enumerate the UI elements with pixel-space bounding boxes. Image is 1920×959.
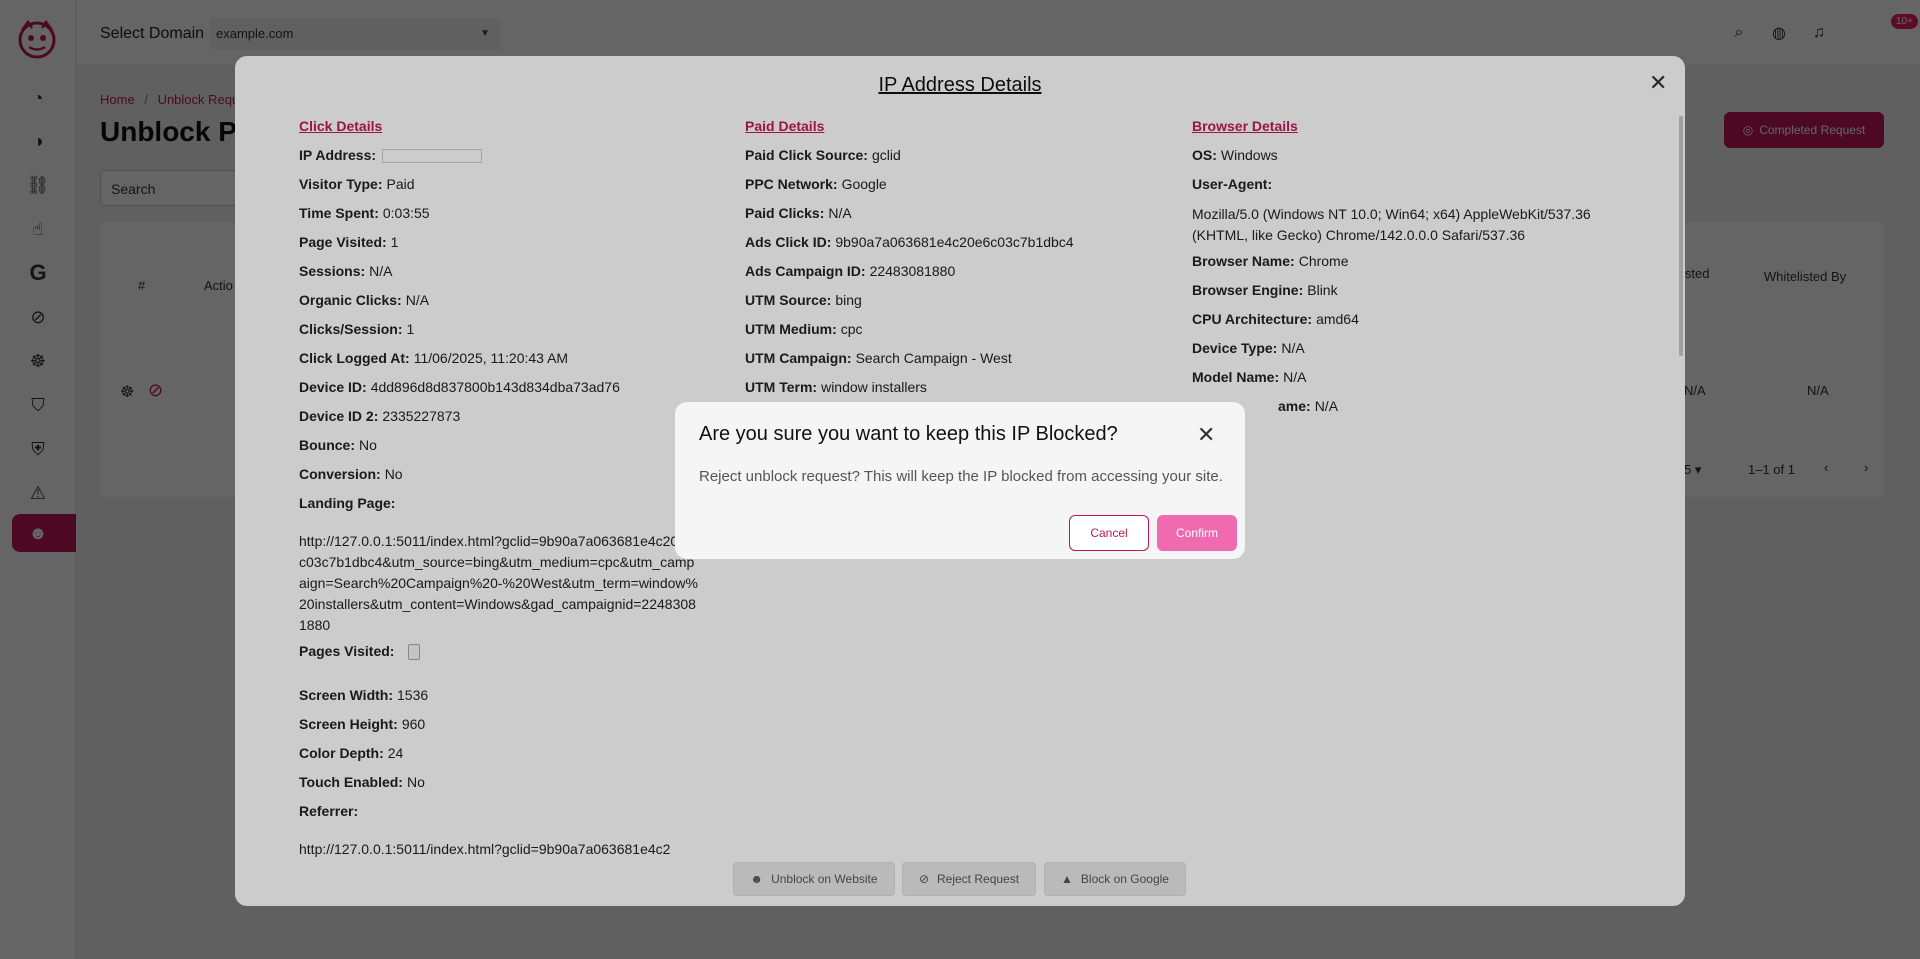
confirm-button[interactable]: Confirm bbox=[1157, 515, 1237, 551]
confirm-dialog-message: Reject unblock request? This will keep t… bbox=[699, 468, 1223, 485]
confirm-dialog: Are you sure you want to keep this IP Bl… bbox=[675, 402, 1245, 559]
cancel-button[interactable]: Cancel bbox=[1069, 515, 1149, 551]
confirm-dialog-title: Are you sure you want to keep this IP Bl… bbox=[699, 423, 1118, 445]
close-icon[interactable]: ✕ bbox=[1197, 422, 1215, 448]
